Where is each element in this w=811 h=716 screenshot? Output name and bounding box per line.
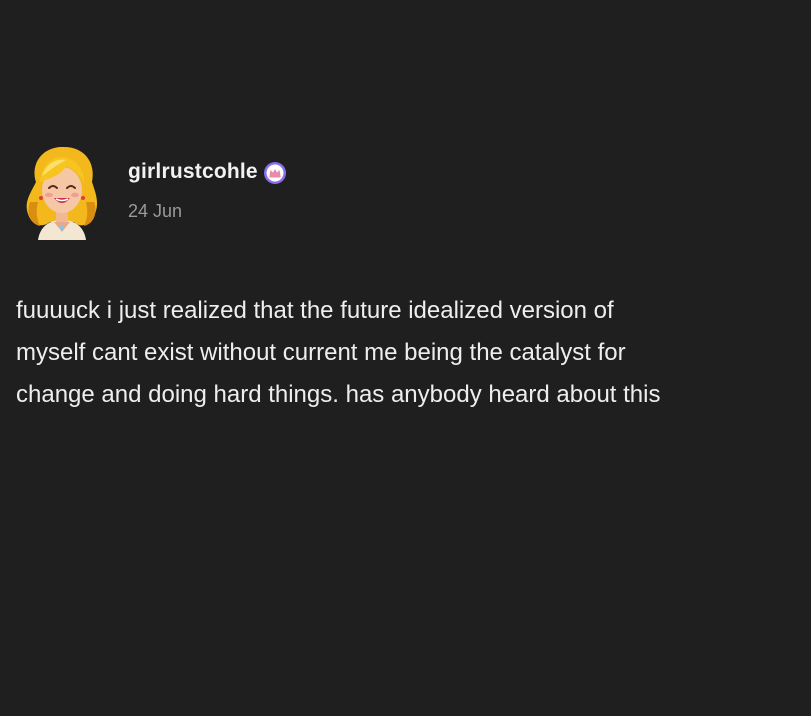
- post-body-line: fuuuuck i just realized that the future …: [16, 297, 614, 324]
- post-meta: girlrustcohle 24 Jun: [128, 157, 287, 222]
- crown-badge-icon: [263, 162, 286, 184]
- post-body-line: change and doing hard things. has anybod…: [16, 381, 661, 408]
- post-screen: girlrustcohle 24 Jun fuuuuck i just real…: [0, 0, 811, 716]
- avatar[interactable]: [22, 142, 102, 240]
- post-date: 24 Jun: [128, 200, 183, 221]
- post-body-line: myself cant exist without current me bei…: [16, 339, 626, 366]
- post-header: girlrustcohle 24 Jun: [22, 142, 287, 240]
- author-row: girlrustcohle: [128, 157, 287, 187]
- post-body: fuuuuck i just realized that the future …: [16, 290, 811, 416]
- author-username[interactable]: girlrustcohle: [128, 160, 258, 184]
